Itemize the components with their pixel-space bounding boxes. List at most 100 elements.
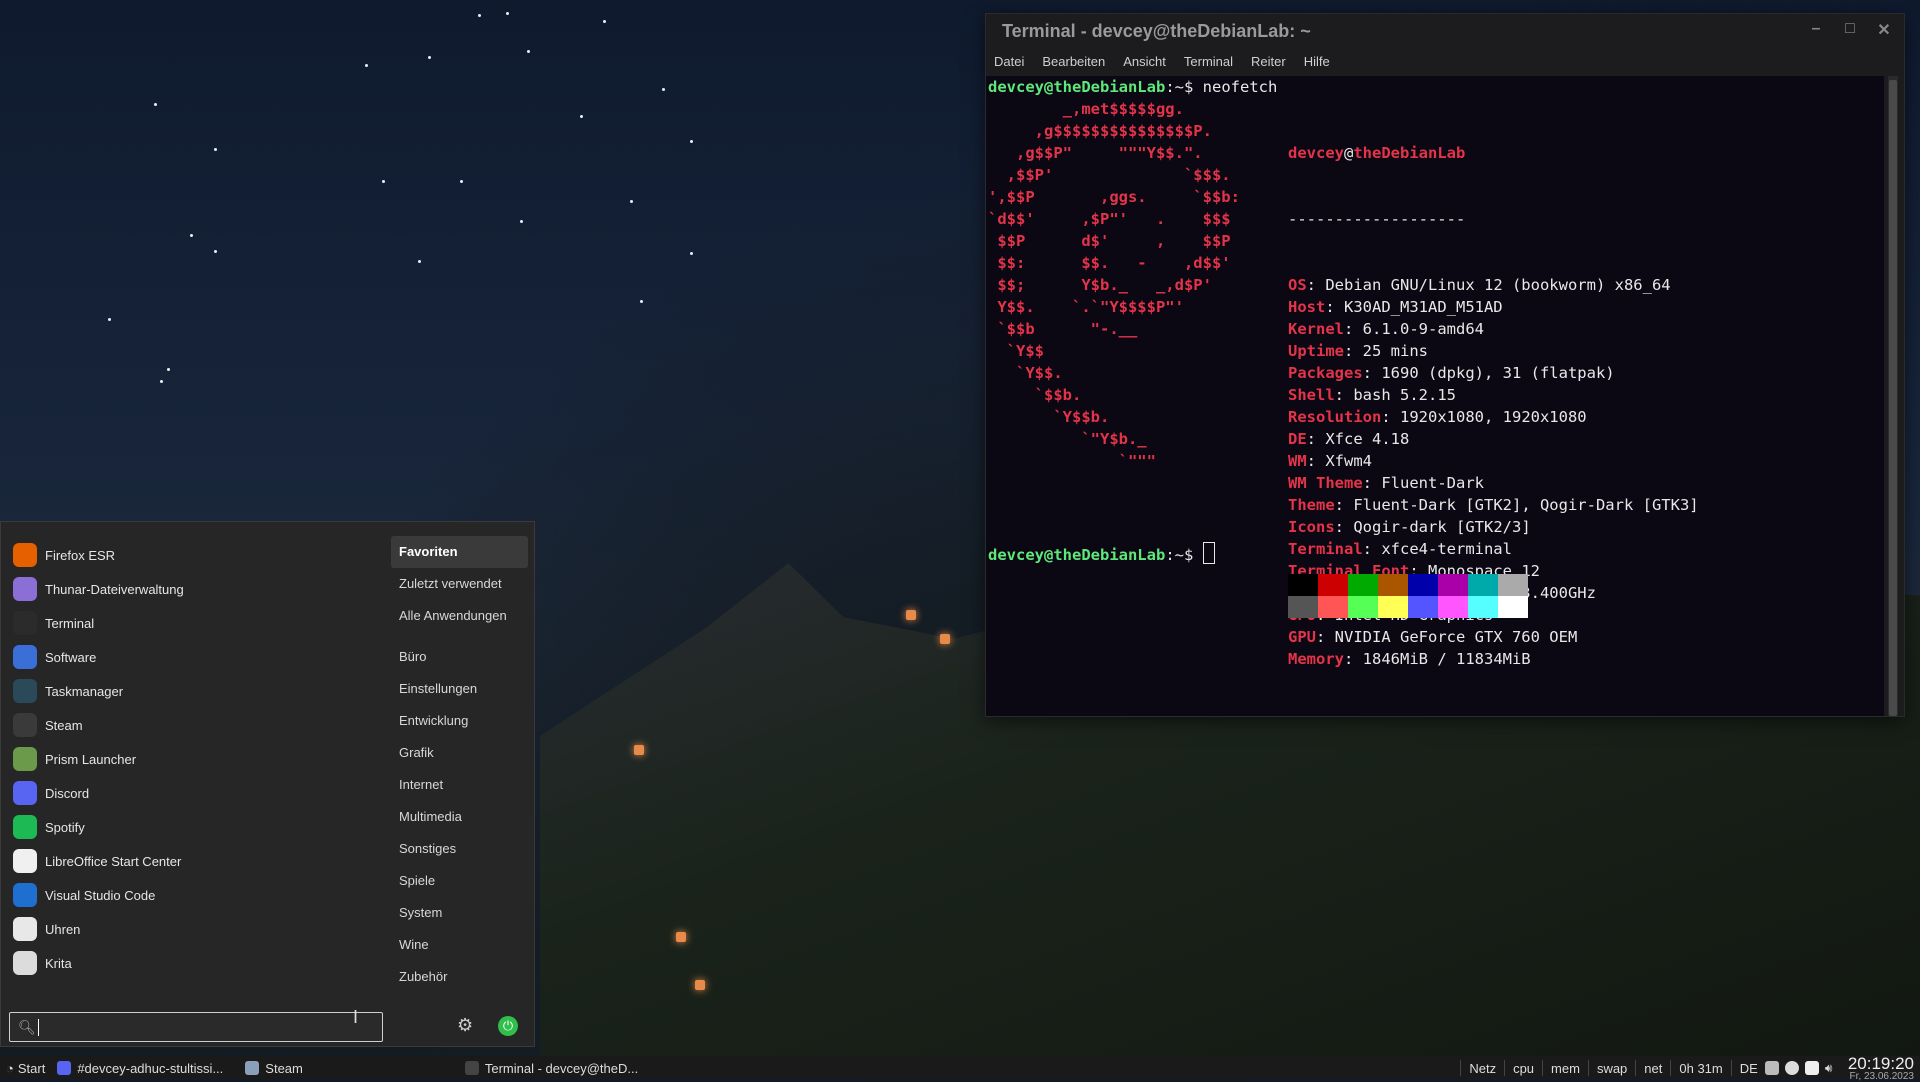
libreoffice-icon [13,849,37,873]
minimize-button[interactable]: – [1806,20,1826,40]
maximize-button[interactable]: □ [1840,20,1860,40]
info-colon: : [1325,298,1344,316]
settings-icon[interactable]: ⚙ [457,1015,473,1036]
color-palette [1288,574,1528,618]
info-key: DE [1288,430,1307,448]
monitor-mem[interactable]: mem [1547,1061,1584,1076]
wallpaper-lamp [676,932,686,942]
category-wine[interactable]: Wine [391,929,528,961]
task-button[interactable]: Steam [239,1056,309,1080]
scrollbar-thumb[interactable] [1889,80,1897,716]
palette-swatch [1408,596,1438,618]
terminal-scrollbar[interactable] [1888,76,1898,716]
menu-hilfe[interactable]: Hilfe [1304,54,1330,69]
app-steam[interactable]: Steam [9,708,384,742]
monitor-swap[interactable]: swap [1593,1061,1631,1076]
menu-datei[interactable]: Datei [994,54,1024,69]
keyboard-layout[interactable]: DE [1736,1061,1762,1076]
panel-right: Netz cpu mem swap net 0h 31m DE 🔊︎ 20:19:20 … [1456,1055,1920,1082]
app-label: Visual Studio Code [45,887,156,903]
clock-date: Fr, 23.06.2023 [1849,1070,1915,1082]
category-b-ro[interactable]: Büro [391,641,528,673]
task-button[interactable]: Terminal - devcey@theD... [459,1056,644,1080]
category-spiele[interactable]: Spiele [391,865,528,897]
monitor-cpu[interactable]: cpu [1509,1061,1538,1076]
menu-bearbeiten[interactable]: Bearbeiten [1042,54,1105,69]
menu-reiter[interactable]: Reiter [1251,54,1286,69]
category-alle-anwendungen[interactable]: Alle Anwendungen [391,600,528,632]
category-favoriten[interactable]: Favoriten [391,536,528,568]
category-einstellungen[interactable]: Einstellungen [391,673,528,705]
software-icon [13,645,37,669]
palette-swatch [1318,596,1348,618]
app-uhren[interactable]: Uhren [9,912,384,946]
debian-ascii-logo: _,met$$$$$gg. ,g$$$$$$$$$$$$$$$P. ,g$$P"… [988,98,1240,472]
menu-terminal[interactable]: Terminal [1184,54,1233,69]
monitor-netz[interactable]: Netz [1465,1061,1500,1076]
palette-swatch [1348,574,1378,596]
category-zubeh-r[interactable]: Zubehör [391,961,528,993]
logo-line: `Y$$b. [988,408,1110,426]
current-prompt: devcey@theDebianLab:~$ [988,542,1215,566]
logo-line: `""" [988,452,1156,470]
terminal-menubar: Datei Bearbeiten Ansicht Terminal Reiter… [986,48,1904,74]
category-entwicklung[interactable]: Entwicklung [391,705,528,737]
info-value: Xfwm4 [1325,452,1373,470]
info-key: WM [1288,452,1307,470]
category-sonstiges[interactable]: Sonstiges [391,833,528,865]
favorites-list: Firefox ESR Thunar-Dateiverwaltung Termina… [9,538,384,980]
app-taskmanager[interactable]: Taskmanager [9,674,384,708]
app-firefox-esr[interactable]: Firefox ESR [9,538,384,572]
category-grafik[interactable]: Grafik [391,737,528,769]
search-field[interactable]: 🔍︎ [9,1012,383,1042]
monitor-net[interactable]: net [1640,1061,1666,1076]
app-software[interactable]: Software [9,640,384,674]
menu-ansicht[interactable]: Ansicht [1123,54,1166,69]
wallpaper-lamp [634,745,644,755]
info-value: Fluent-Dark [GTK2], Qogir-Dark [GTK3] [1353,496,1699,514]
app-discord[interactable]: Discord [9,776,384,810]
info-key: Icons [1288,518,1335,536]
task-button[interactable]: #devcey-adhuc-stultissi... [51,1056,229,1080]
discord-tray-icon[interactable] [1804,1061,1819,1075]
terminal-output[interactable]: devcey@theDebianLab:~$ neofetch _,met$$$… [986,76,1884,716]
firefox-icon [13,543,37,567]
app-terminal[interactable]: Terminal [9,606,384,640]
info-value: NVIDIA GeForce GTX 760 OEM [1334,628,1578,646]
app-visual-studio-code[interactable]: Visual Studio Code [9,878,384,912]
steam-tray-icon[interactable] [1784,1061,1799,1075]
info-colon: : [1334,518,1354,536]
task-label: Terminal - devcey@theD... [484,1060,639,1076]
info-host: theDebianLab [1353,144,1466,162]
terminal-window[interactable]: Terminal - devcey@theDebianLab: ~ – □ ✕ … [986,14,1904,716]
app-label: Uhren [45,921,81,937]
spotify-icon [13,815,37,839]
category-internet[interactable]: Internet [391,769,528,801]
session-actions-icon[interactable]: ⏻ [498,1016,518,1036]
category-zuletzt-verwendet[interactable]: Zuletzt verwendet [391,568,528,600]
info-value: 1920x1080, 1920x1080 [1400,408,1587,426]
category-multimedia[interactable]: Multimedia [391,801,528,833]
network-tray-icon[interactable] [1764,1061,1779,1075]
separator [1635,1060,1637,1076]
category-system[interactable]: System [391,897,528,929]
task-label: #devcey-adhuc-stultissi... [77,1060,224,1076]
clock[interactable]: 20:19:20 Fr, 23.06.2023 [1842,1055,1920,1082]
app-prism-launcher[interactable]: Prism Launcher [9,742,384,776]
start-button[interactable]: ◔ Start [0,1056,51,1080]
volume-icon[interactable]: 🔊︎ [1825,1061,1839,1075]
close-button[interactable]: ✕ [1874,20,1894,40]
app-krita[interactable]: Krita [9,946,384,980]
prompt-path: :~ [1165,546,1184,564]
app-thunar-dateiverwaltung[interactable]: Thunar-Dateiverwaltung [9,572,384,606]
palette-swatch [1438,574,1468,596]
terminal-icon [13,611,37,635]
app-libreoffice-start-center[interactable]: LibreOffice Start Center [9,844,384,878]
terminal-titlebar[interactable]: Terminal - devcey@theDebianLab: ~ – □ ✕ [986,14,1904,48]
info-value: xfce4-terminal [1381,540,1512,558]
vscode-icon [13,883,37,907]
info-value: Qogir-dark [GTK2/3] [1353,518,1531,536]
info-line: Icons: Qogir-dark [GTK2/3] [1288,516,1699,538]
app-spotify[interactable]: Spotify [9,810,384,844]
mouse-ibeam-cursor: I [353,1007,359,1027]
